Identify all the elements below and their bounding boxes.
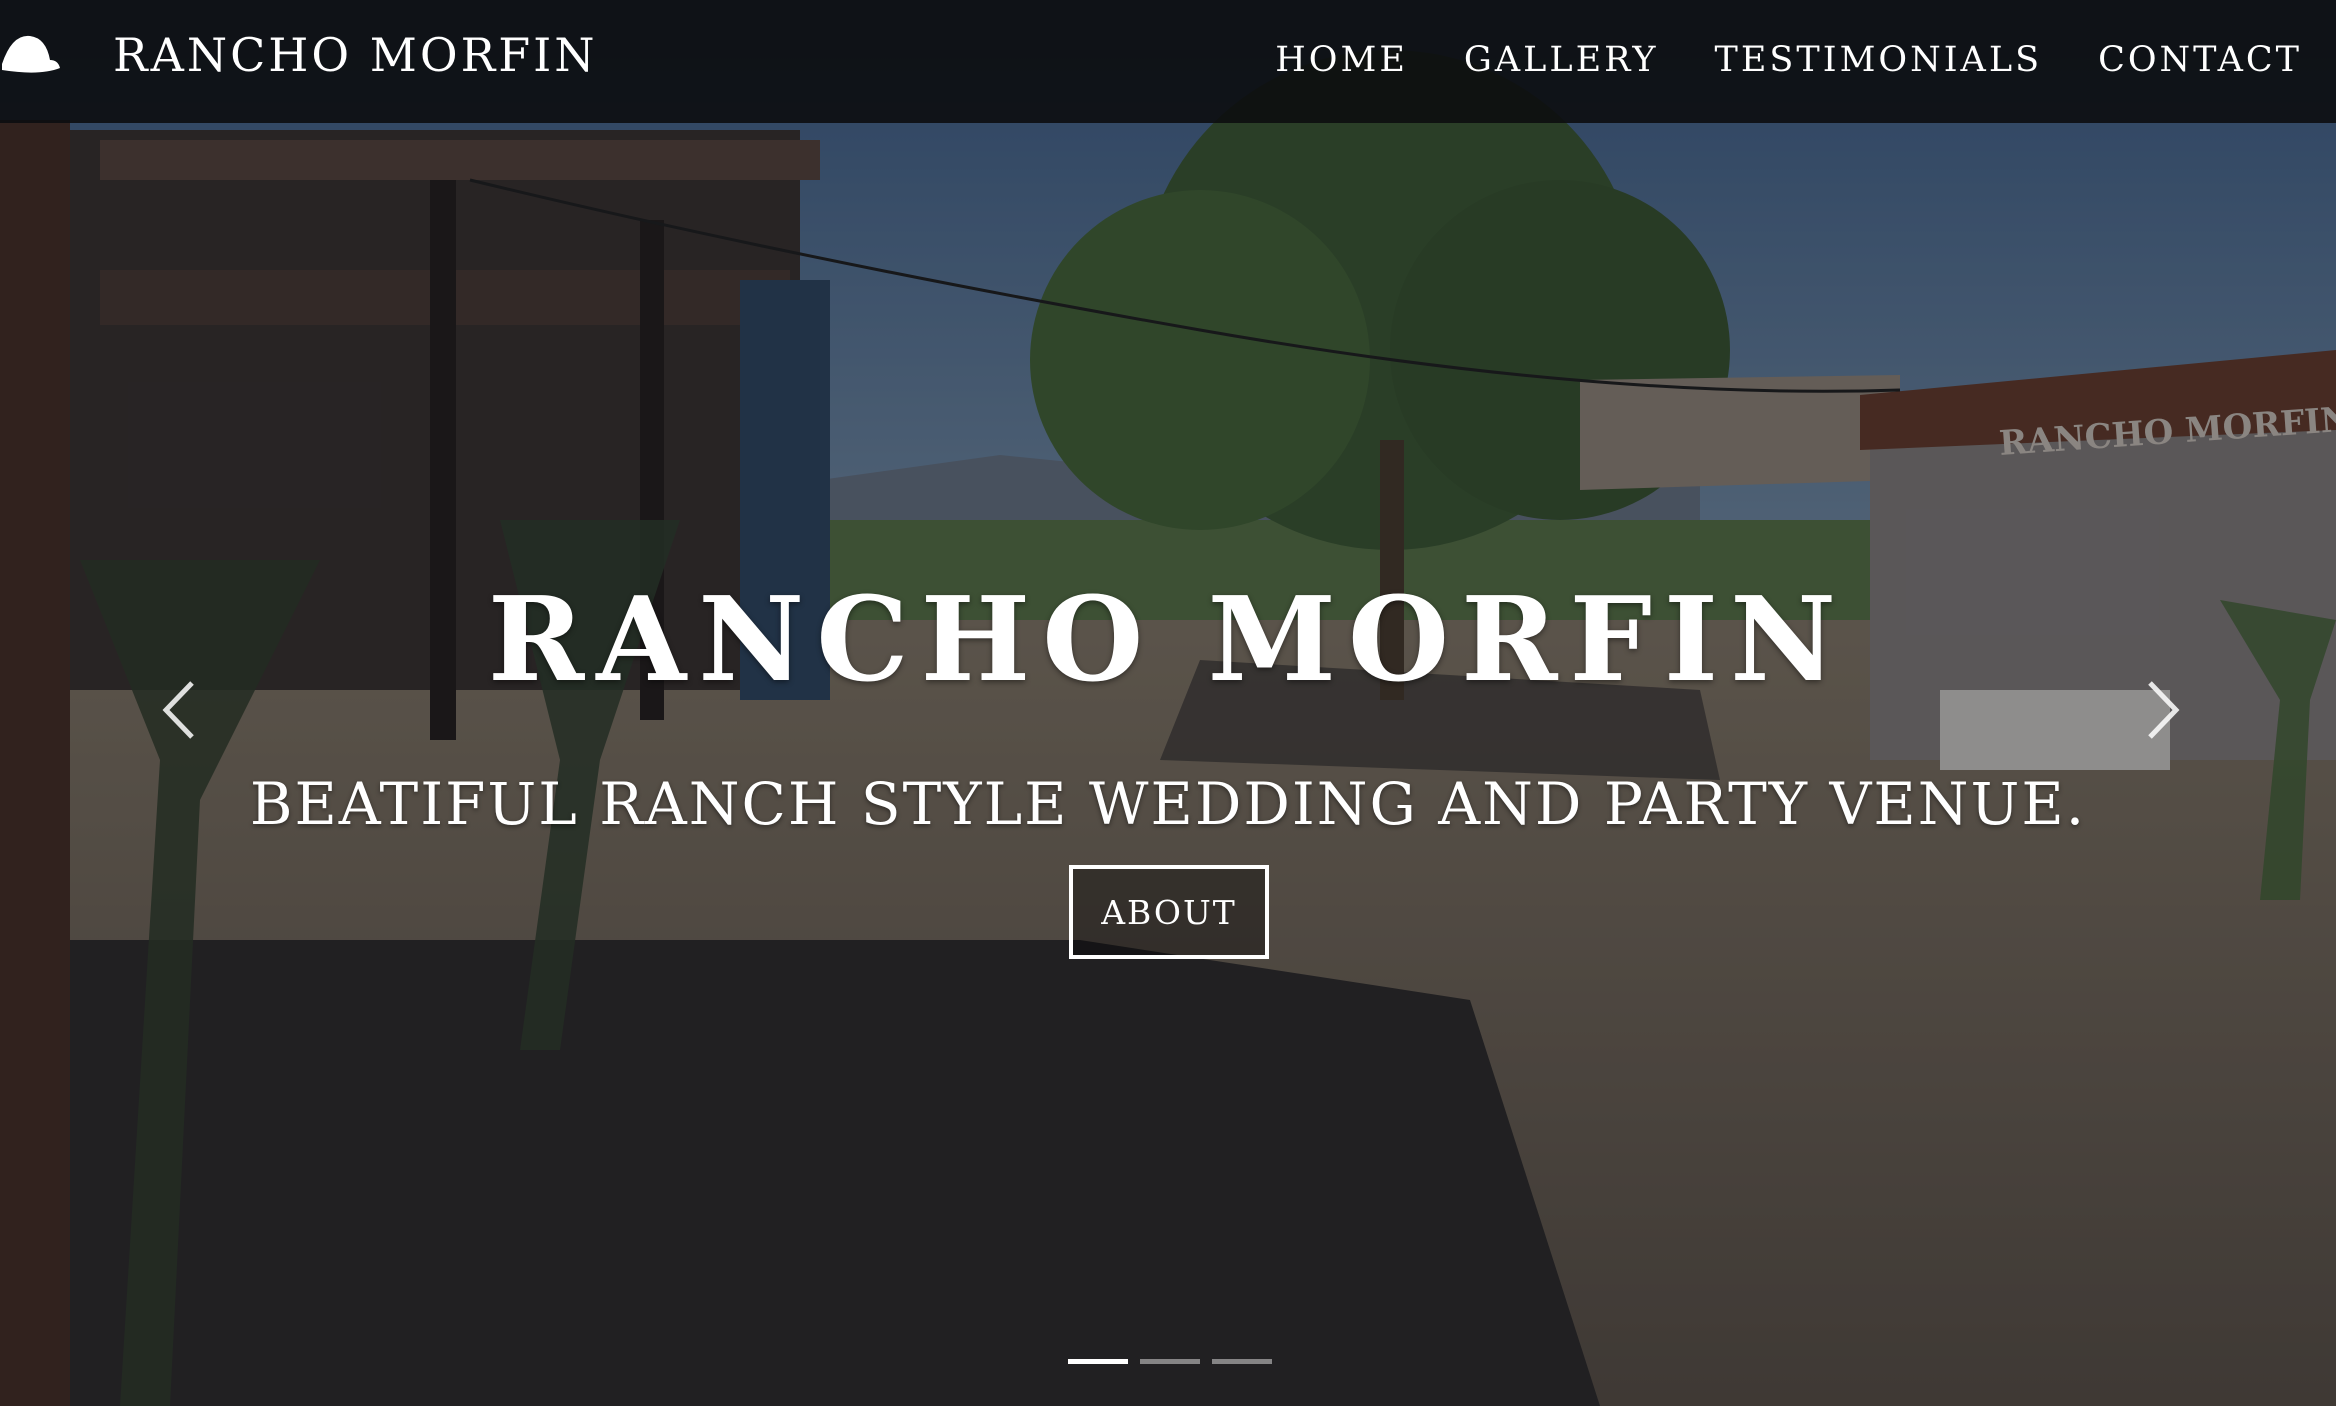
nav-testimonials[interactable]: TESTIMONIALS (1715, 40, 2043, 80)
brand-name[interactable]: RANCHO MORFIN (113, 28, 598, 82)
hero-title: RANCHO MORFIN (487, 572, 1849, 708)
about-button[interactable]: ABOUT (1069, 865, 1269, 959)
nav-home[interactable]: HOME (1275, 40, 1408, 80)
top-navbar: RANCHO MORFIN HOME GALLERY TESTIMONIALS … (0, 0, 2336, 123)
carousel-indicator[interactable] (1212, 1359, 1272, 1364)
nav-contact[interactable]: CONTACT (2098, 40, 2302, 80)
hero-subtitle: BEATIFUL RANCH STYLE WEDDING AND PARTY V… (249, 770, 2087, 838)
cowboy-hat-icon[interactable] (0, 30, 62, 78)
main-nav: HOME GALLERY TESTIMONIALS CONTACT (1275, 40, 2302, 80)
carousel-indicator[interactable] (1068, 1359, 1128, 1364)
nav-gallery[interactable]: GALLERY (1464, 40, 1659, 80)
carousel-indicator[interactable] (1140, 1359, 1200, 1364)
carousel-indicators (1068, 1359, 1272, 1364)
chevron-right-icon[interactable] (2134, 675, 2194, 745)
chevron-left-icon[interactable] (148, 675, 208, 745)
hero-carousel: RANCHO MORFIN RANCHO MORFIN BEATIFUL RAN… (0, 0, 2336, 1406)
